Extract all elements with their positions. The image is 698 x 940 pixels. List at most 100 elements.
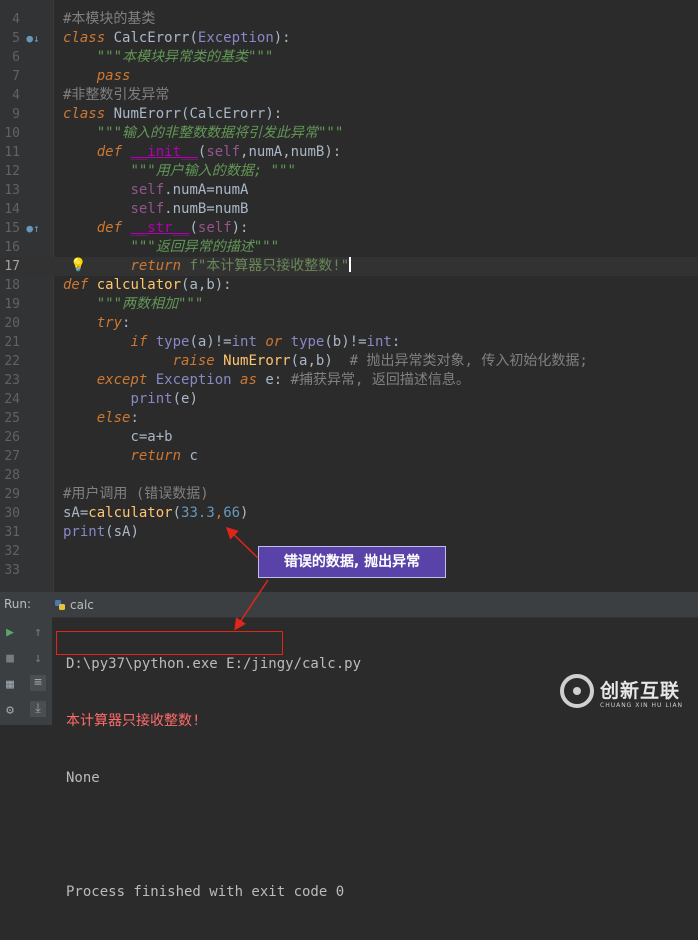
code-punct: ( xyxy=(172,505,182,521)
class-reference: NumErorr xyxy=(223,353,291,369)
current-line[interactable]: 17 💡 return f"本计算器只接收整数!" xyxy=(0,257,698,276)
line-number: 4 xyxy=(12,88,20,103)
line-number: 16 xyxy=(4,240,20,255)
run-tab-label: calc xyxy=(70,598,94,612)
keyword: def xyxy=(96,144,123,160)
code-text: : xyxy=(130,410,139,426)
self-keyword: self xyxy=(197,220,232,236)
console-line: None xyxy=(66,770,100,786)
string-literal: f"本计算器只接收整数!" xyxy=(189,258,350,274)
keyword: as xyxy=(240,372,257,388)
keyword: pass xyxy=(96,68,131,84)
keyword: return xyxy=(130,258,182,274)
run-tab-calc[interactable]: calc xyxy=(46,593,102,617)
code-line: """返回异常的描述""" xyxy=(63,238,279,257)
console-output[interactable]: D:\py37\python.exe E:/jingy/calc.py 本计算器… xyxy=(66,617,361,940)
code-text: ,numA,numB): xyxy=(240,144,342,160)
keyword: def xyxy=(63,277,89,293)
code-line: if type(a)!=int or type(b)!=int: xyxy=(63,333,400,352)
builtin-name: type xyxy=(290,334,325,350)
code-line: def calculator(a,b): xyxy=(63,276,232,295)
line-number: 9 xyxy=(12,107,20,122)
line-number: 24 xyxy=(4,392,20,407)
scroll-up-icon[interactable]: ↑ xyxy=(30,625,46,641)
keyword: if xyxy=(130,334,148,350)
override-marker-icon[interactable]: ●↑ xyxy=(26,222,40,236)
docstring: """本模块异常类的基类""" xyxy=(96,49,274,65)
code-comment: #用户调用 (错误数据) xyxy=(63,486,209,502)
base-class: Exception xyxy=(197,30,274,46)
line-number: 27 xyxy=(4,449,20,464)
code-editor[interactable]: 4 #本模块的基类 5 ●↓ class CalcErorr(Exception… xyxy=(0,0,698,592)
builtin-name: print xyxy=(130,391,173,407)
docstring: """输入的非整数数据将引发此异常""" xyxy=(96,125,344,141)
code-punct: ( xyxy=(189,30,198,46)
line-number: 13 xyxy=(4,183,20,198)
code-line: #非整数引发异常 xyxy=(63,86,169,105)
scroll-to-end-icon[interactable]: ⤓ xyxy=(30,701,46,717)
builtin-name: Exception xyxy=(155,372,232,388)
line-number: 20 xyxy=(4,316,20,331)
run-toolbar: ▶ ↑ ■ ↓ ▦ ≡ ⚙ ⤓ xyxy=(0,617,52,725)
function-name: __str__ xyxy=(130,220,190,236)
self-keyword: self xyxy=(130,182,165,198)
console-line: D:\py37\python.exe E:/jingy/calc.py xyxy=(66,656,362,672)
line-number: 29 xyxy=(4,487,20,502)
docstring: """用户输入的数据; """ xyxy=(130,163,296,179)
code-text: : xyxy=(391,334,401,350)
code-text: (a,b) xyxy=(290,353,350,369)
code-text: e: xyxy=(256,372,291,388)
code-line: return c xyxy=(63,447,197,466)
override-marker-icon[interactable]: ●↓ xyxy=(26,32,40,46)
builtin-name: print xyxy=(63,524,106,540)
code-punct: , xyxy=(214,505,224,521)
line-number: 18 xyxy=(4,278,20,293)
line-number: 23 xyxy=(4,373,20,388)
line-number: 28 xyxy=(4,468,20,483)
function-name: calculator xyxy=(96,277,182,293)
code-line: c=a+b xyxy=(63,428,173,447)
code-text: (b)!= xyxy=(324,334,367,350)
builtin-name: int xyxy=(231,334,257,350)
code-text: (CalcErorr): xyxy=(181,106,283,122)
line-number: 6 xyxy=(12,50,20,65)
code-line: def __init__(self,numA,numB): xyxy=(63,143,341,162)
code-area[interactable]: 4 #本模块的基类 5 ●↓ class CalcErorr(Exception… xyxy=(0,0,698,592)
builtin-name: type xyxy=(155,334,190,350)
layout-icon[interactable]: ▦ xyxy=(2,677,18,693)
line-number: 12 xyxy=(4,164,20,179)
code-text: c=a+b xyxy=(130,429,173,445)
function-name: __init__ xyxy=(130,144,198,160)
code-line: """用户输入的数据; """ xyxy=(63,162,296,181)
rerun-icon[interactable]: ▶ xyxy=(2,625,18,641)
line-number: 30 xyxy=(4,506,20,521)
code-text: (a)!= xyxy=(189,334,232,350)
code-comment: #非整数引发异常 xyxy=(63,87,170,103)
output-highlight-box xyxy=(56,631,283,655)
keyword: else xyxy=(96,410,131,426)
code-punct: ( xyxy=(189,220,198,236)
line-number: 31 xyxy=(4,525,20,540)
code-text: .numA=numA xyxy=(164,182,249,198)
code-text: (sA) xyxy=(105,524,139,540)
line-number: 25 xyxy=(4,411,20,426)
code-line: """两数相加""" xyxy=(63,295,204,314)
code-line: """本模块异常类的基类""" xyxy=(63,48,274,67)
line-number: 14 xyxy=(4,202,20,217)
line-number: 10 xyxy=(4,126,20,141)
watermark-logo-icon xyxy=(560,674,594,708)
class-name: NumErorr xyxy=(113,106,182,122)
watermark-text: 创新互联 xyxy=(600,680,681,702)
keyword: raise xyxy=(172,353,215,369)
annotation-callout: 错误的数据, 抛出异常 xyxy=(258,546,446,578)
pin-icon[interactable]: ⚙ xyxy=(2,703,18,719)
code-text: sA= xyxy=(63,505,89,521)
line-number: 17 xyxy=(4,259,20,274)
stop-icon[interactable]: ■ xyxy=(2,651,18,667)
text-caret xyxy=(349,257,352,272)
code-text: .numB=numB xyxy=(164,201,249,217)
soft-wrap-icon[interactable]: ≡ xyxy=(30,675,46,691)
code-line: except Exception as e: #捕获异常, 返回描述信息。 xyxy=(63,371,470,390)
scroll-down-icon[interactable]: ↓ xyxy=(30,651,46,667)
